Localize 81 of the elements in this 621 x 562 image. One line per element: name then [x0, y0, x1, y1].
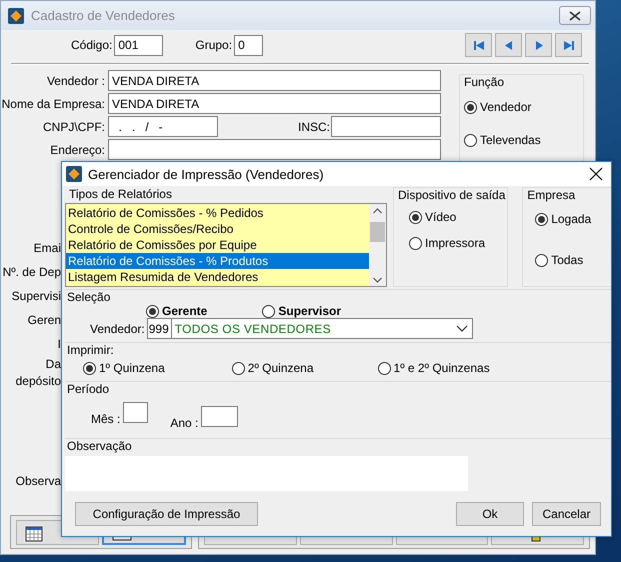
field-label: Da: [44, 356, 61, 373]
chevron-down-icon: [456, 324, 468, 332]
radio-label: 1º Quinzena: [99, 361, 165, 375]
radio-label: 1º e 2º Quinzenas: [394, 361, 490, 375]
radio-label: Supervisor: [278, 304, 342, 318]
group-title: Tipos de Relatórios: [68, 187, 173, 202]
field-label: Nome da Empresa:: [1, 96, 106, 110]
field-label: Emai: [32, 240, 61, 257]
list-item[interactable]: Listagem Resumida de Vendedores: [66, 269, 369, 285]
input-field[interactable]: [123, 402, 148, 423]
nav-button[interactable]: [465, 33, 492, 57]
field-label: CNPJ\CPF:: [42, 120, 106, 134]
nav-button[interactable]: [525, 33, 552, 57]
field-label: depósito: [14, 373, 61, 390]
radio-label: Logada: [551, 212, 592, 226]
radio-label: Vídeo: [425, 210, 456, 224]
field-label: Vendedor:: [90, 322, 145, 336]
radio-label: Todas: [551, 253, 584, 267]
section-title: Seleção: [66, 290, 112, 304]
field-label: Nº. de Dep: [2, 264, 61, 281]
radio-button[interactable]: [464, 100, 477, 114]
group-title: Dispositivo de saída: [397, 188, 506, 203]
input-field[interactable]: 001: [114, 34, 164, 56]
field-label: I: [56, 336, 61, 353]
radio-button[interactable]: [535, 212, 548, 226]
field-label: Ano :: [170, 416, 198, 430]
radio-button[interactable]: [378, 362, 391, 374]
list-item[interactable]: Controle de Comissões/Recibo: [66, 221, 369, 237]
field-label: Mês :: [91, 412, 120, 426]
app-icon: [8, 8, 24, 24]
input-field[interactable]: VENDA DIRETA: [108, 93, 441, 114]
input-field[interactable]: VENDA DIRETA: [108, 70, 441, 91]
field-label: Grupo:: [195, 38, 232, 52]
radio-button[interactable]: [83, 362, 96, 374]
radio-button[interactable]: [146, 304, 159, 318]
dialog-button[interactable]: Configuração de Impressão: [75, 502, 258, 526]
field-label: Código:: [71, 38, 112, 52]
section-title: Imprimir:: [66, 343, 115, 357]
radio-button[interactable]: [409, 210, 422, 224]
input-field[interactable]: [108, 139, 441, 160]
list-item[interactable]: Relatório de Comissões - % Pedidos: [66, 205, 369, 221]
calendar-icon: [25, 526, 43, 542]
radio-label: Vendedor: [480, 100, 532, 114]
section-title: Observação: [66, 439, 133, 453]
radio-button[interactable]: [262, 304, 276, 318]
app-icon: [66, 166, 82, 182]
field-label: Geren: [26, 312, 61, 329]
field-label: INSC:: [298, 120, 328, 134]
close-icon: [569, 10, 581, 20]
nav-button[interactable]: [555, 33, 582, 57]
radio-label: Televendas: [480, 133, 541, 147]
scrollbar[interactable]: [369, 204, 386, 286]
input-field[interactable]: [201, 406, 238, 427]
input-field[interactable]: 999: [146, 318, 172, 339]
group-title: Função: [463, 75, 506, 90]
field-label: Endereço:: [49, 142, 106, 156]
dialog-button[interactable]: Ok: [456, 502, 524, 526]
radio-label: 2º Quinzena: [248, 361, 314, 375]
radio-button[interactable]: [409, 236, 422, 250]
radio-button[interactable]: [535, 254, 548, 266]
radio-label: Gerente: [162, 304, 208, 318]
input-field[interactable]: [331, 116, 441, 137]
window-title: Cadastro de Vendedores: [31, 8, 176, 23]
close-button[interactable]: [559, 6, 591, 25]
radio-button[interactable]: [232, 362, 245, 374]
dialog-button[interactable]: Cancelar: [532, 502, 601, 526]
list-item[interactable]: Relatório de Comissões - % Produtos: [66, 253, 369, 269]
list-item[interactable]: Relatório de Comissões por Equipe: [66, 237, 369, 253]
dropdown[interactable]: TODOS OS VENDEDORES: [172, 318, 473, 339]
input-field[interactable]: . . / -: [108, 116, 218, 137]
radio-button[interactable]: [464, 134, 477, 146]
group-title: Empresa: [526, 188, 576, 203]
field-label: Observa: [14, 473, 61, 490]
section-title: Período: [66, 382, 110, 396]
radio-label: Impressora: [425, 236, 486, 250]
dialog-title: Gerenciador de Impressão (Vendedores): [88, 166, 325, 182]
field-label: Supervisi: [10, 288, 61, 305]
close-icon: [589, 167, 603, 181]
nav-button[interactable]: [495, 33, 522, 57]
field-label: Vendedor :: [46, 74, 106, 88]
input-field[interactable]: 0: [234, 34, 264, 56]
